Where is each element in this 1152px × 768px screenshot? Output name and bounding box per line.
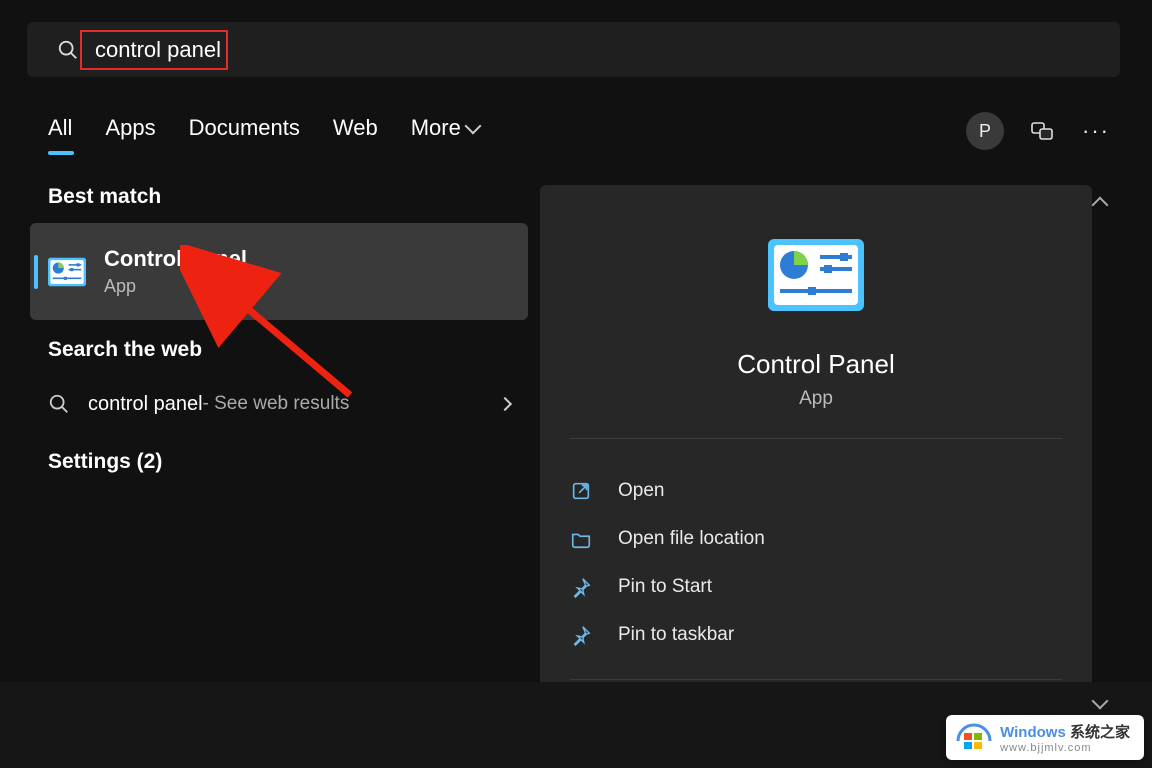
action-label: Open file location: [618, 528, 765, 550]
chevron-down-icon: [464, 118, 481, 135]
search-bar[interactable]: [27, 22, 1120, 77]
watermark-url: www.bjjmlv.com: [1000, 742, 1130, 754]
scroll-down[interactable]: [1085, 692, 1115, 716]
action-label: Pin to taskbar: [618, 624, 734, 646]
pin-icon: [570, 624, 592, 646]
preview-title: Control Panel: [570, 349, 1062, 380]
action-pin-start[interactable]: Pin to Start: [570, 563, 1062, 611]
best-match-title: Control Panel: [104, 246, 247, 272]
control-panel-icon: [48, 253, 86, 291]
tab-apps[interactable]: Apps: [105, 115, 155, 151]
scroll-up[interactable]: [1085, 190, 1115, 214]
action-label: Open: [618, 480, 664, 502]
chevron-right-icon: [498, 397, 512, 411]
header-right-controls: P ···: [966, 112, 1112, 150]
search-icon: [48, 393, 70, 415]
settings-heading: Settings (2): [48, 450, 528, 474]
best-match-text: Control Panel App: [104, 246, 247, 297]
user-avatar[interactable]: P: [966, 112, 1004, 150]
action-open-location[interactable]: Open file location: [570, 515, 1062, 563]
web-result-hint: - See web results: [203, 393, 350, 415]
preview-panel: Control Panel App Open Open file locatio…: [540, 185, 1092, 725]
more-options-icon[interactable]: ···: [1080, 115, 1112, 147]
windows-logo-icon: [954, 721, 994, 761]
tab-more[interactable]: More: [411, 115, 479, 151]
tab-documents[interactable]: Documents: [189, 115, 300, 151]
preview-subtitle: App: [570, 388, 1062, 410]
pin-icon: [570, 576, 592, 598]
web-result[interactable]: control panel - See web results: [30, 376, 528, 432]
best-match-heading: Best match: [48, 185, 528, 209]
action-pin-taskbar[interactable]: Pin to taskbar: [570, 611, 1062, 659]
tab-web[interactable]: Web: [333, 115, 378, 151]
selection-accent: [34, 255, 38, 289]
results-left-column: Best match Control Panel App Search the …: [30, 185, 528, 488]
web-result-query: control panel: [88, 393, 203, 416]
divider: [570, 679, 1062, 680]
action-label: Pin to Start: [618, 576, 712, 598]
tab-more-label: More: [411, 115, 461, 141]
best-match-subtitle: App: [104, 276, 247, 297]
watermark: Windows 系统之家 www.bjjmlv.com: [946, 715, 1144, 760]
search-web-heading: Search the web: [48, 338, 528, 362]
filter-tabs: All Apps Documents Web More: [48, 115, 479, 151]
search-input[interactable]: [95, 37, 1120, 63]
open-icon: [570, 480, 592, 502]
search-icon: [57, 39, 79, 61]
watermark-brand: Windows 系统之家: [1000, 721, 1130, 742]
folder-icon: [570, 528, 592, 550]
divider: [570, 438, 1062, 439]
best-match-result[interactable]: Control Panel App: [30, 223, 528, 320]
chat-icon[interactable]: [1026, 115, 1058, 147]
control-panel-icon: [768, 239, 864, 311]
tab-all[interactable]: All: [48, 115, 72, 151]
action-open[interactable]: Open: [570, 467, 1062, 515]
